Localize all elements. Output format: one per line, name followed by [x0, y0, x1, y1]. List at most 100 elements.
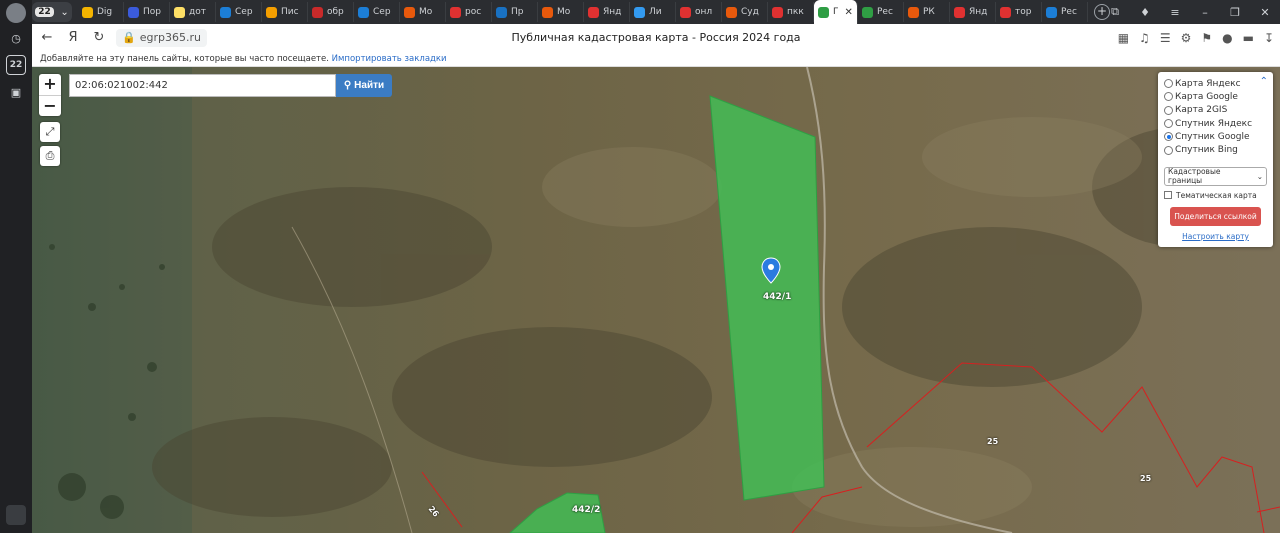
- tab-counter-button[interactable]: 22 ⌄: [32, 2, 72, 22]
- restore-icon[interactable]: ❐: [1220, 6, 1250, 19]
- layer-option[interactable]: Спутник Bing: [1164, 143, 1267, 156]
- layer-option-label: Карта Яндекс: [1175, 78, 1241, 89]
- tab-count-badge[interactable]: 22: [6, 55, 26, 75]
- browser-tab[interactable]: Сер: [216, 2, 262, 22]
- tab-strip: Dig Пор дот Сер Пис обр Сер Мо рос Пр Мо Янд Ли онл Су…: [78, 0, 1088, 24]
- browser-tab[interactable]: Пис: [262, 2, 308, 22]
- browser-tab[interactable]: Dig: [78, 2, 124, 22]
- overlay-select-value: Кадастровые границы: [1168, 167, 1221, 186]
- browser-tab[interactable]: пкк: [768, 2, 814, 22]
- layer-option-label: Карта Google: [1175, 91, 1238, 102]
- reading-list-icon[interactable]: ☰: [1160, 31, 1171, 45]
- history-clock-icon[interactable]: ◷: [6, 28, 26, 48]
- chevron-down-icon: ⌄: [1256, 171, 1263, 181]
- chevron-down-icon: ⌄: [60, 6, 69, 18]
- browser-tab[interactable]: тор: [996, 2, 1042, 22]
- browser-tab[interactable]: Янд: [584, 2, 630, 22]
- browser-tab[interactable]: Сер: [354, 2, 400, 22]
- browser-tab[interactable]: Янд: [950, 2, 996, 22]
- browser-tab[interactable]: Рес: [1042, 2, 1088, 22]
- browser-tab[interactable]: Г ✕: [814, 0, 858, 24]
- share-link-button[interactable]: Поделиться ссылкой: [1170, 206, 1261, 226]
- thematic-map-toggle[interactable]: Тематическая карта: [1164, 191, 1267, 200]
- thematic-checkbox[interactable]: [1164, 191, 1172, 200]
- layer-radio[interactable]: [1164, 119, 1173, 129]
- layer-radio[interactable]: [1164, 79, 1173, 89]
- tab-label: Янд: [969, 7, 988, 17]
- layer-option[interactable]: Карта Яндекс: [1164, 77, 1267, 90]
- cadastral-search-input[interactable]: [69, 74, 336, 97]
- browser-tab[interactable]: обр: [308, 2, 354, 22]
- satellite-imagery: [32, 67, 1280, 533]
- browser-tab[interactable]: РК: [904, 2, 950, 22]
- map-layers-panel: ⌃ Карта Яндекс Карта Google Карта 2GIS Спут…: [1158, 72, 1273, 247]
- tab-label: Сер: [235, 7, 253, 17]
- headphones-icon[interactable]: ♫: [1139, 31, 1150, 45]
- back-arrow-icon[interactable]: ←: [36, 27, 58, 49]
- tab-label: онл: [695, 7, 713, 17]
- configure-map-link[interactable]: Настроить карту: [1164, 232, 1267, 241]
- browser-tab[interactable]: Мо: [400, 2, 446, 22]
- collections-icon[interactable]: ⧉: [1100, 5, 1130, 19]
- parcel-label: 442/2: [572, 505, 601, 515]
- profile-avatar[interactable]: [6, 3, 26, 23]
- extension-icon[interactable]: ⚙: [1181, 31, 1192, 45]
- tab-favicon-icon: [404, 6, 415, 18]
- browser-tab[interactable]: Пор: [124, 2, 170, 22]
- notifications-bell-icon[interactable]: ♦: [1130, 6, 1160, 19]
- menu-icon[interactable]: ≡: [1160, 6, 1190, 19]
- zoom-out-button[interactable]: −: [39, 95, 61, 116]
- layer-option[interactable]: Карта Google: [1164, 90, 1267, 103]
- layer-option[interactable]: Спутник Яндекс: [1164, 117, 1267, 130]
- yandex-icon[interactable]: Я: [62, 27, 84, 49]
- layer-option-label: Спутник Bing: [1175, 145, 1238, 156]
- gallery-icon[interactable]: ▣: [6, 82, 26, 102]
- browser-tab[interactable]: Ли: [630, 2, 676, 22]
- zoom-in-button[interactable]: +: [39, 74, 61, 95]
- tab-label: Сер: [373, 7, 391, 17]
- reload-icon[interactable]: ↻: [88, 27, 110, 49]
- browser-tab[interactable]: онл: [676, 2, 722, 22]
- address-bar[interactable]: 🔒 egrp365.ru: [116, 28, 207, 47]
- browser-tab[interactable]: Мо: [538, 2, 584, 22]
- layer-radio[interactable]: [1164, 145, 1173, 155]
- browser-tab[interactable]: рос: [446, 2, 492, 22]
- close-icon[interactable]: ✕: [1250, 6, 1280, 19]
- download-icon[interactable]: ↧: [1264, 31, 1274, 45]
- layer-radio[interactable]: [1164, 92, 1173, 102]
- print-icon[interactable]: ⎙: [40, 146, 60, 166]
- tab-counter-number: 22: [35, 7, 54, 17]
- tab-favicon-icon: [82, 6, 93, 18]
- close-tab-icon[interactable]: ✕: [845, 7, 853, 18]
- layer-option[interactable]: Спутник Google: [1164, 130, 1267, 143]
- tab-favicon-icon: [954, 6, 965, 18]
- bookmark-icon[interactable]: ⚑: [1201, 31, 1212, 45]
- boundary-label: 25: [1140, 474, 1152, 483]
- minimize-icon[interactable]: –: [1190, 6, 1220, 19]
- app-shortcut-icon[interactable]: [6, 505, 26, 525]
- layer-radio[interactable]: [1164, 132, 1173, 142]
- url-text: egrp365.ru: [139, 31, 201, 44]
- tab-label: рос: [465, 7, 482, 17]
- avatar-icon[interactable]: ●: [1222, 31, 1232, 45]
- parcel-label: 442/1: [763, 292, 792, 302]
- fullscreen-icon[interactable]: ⤢: [40, 122, 60, 142]
- search-button[interactable]: ⚲ Найти: [336, 74, 392, 97]
- overlay-select[interactable]: Кадастровые границы ⌄: [1164, 166, 1267, 186]
- tab-favicon-icon: [266, 6, 277, 18]
- browser-tab[interactable]: Суд: [722, 2, 768, 22]
- tab-label: Мо: [557, 7, 571, 17]
- chevron-up-icon[interactable]: ⌃: [1260, 76, 1268, 87]
- layer-option[interactable]: Карта 2GIS: [1164, 104, 1267, 117]
- downloads-tray-icon[interactable]: ▬: [1243, 31, 1254, 45]
- layer-radio[interactable]: [1164, 105, 1173, 115]
- satellite-map[interactable]: 442/1 442/2 25 25 26 + − ⤢ ⎙ ⚲ Найти ⌃ К…: [32, 67, 1280, 533]
- grid-icon[interactable]: ▦: [1118, 31, 1129, 45]
- tab-favicon-icon: [496, 6, 507, 18]
- tab-favicon-icon: [312, 6, 323, 18]
- browser-tab[interactable]: дот: [170, 2, 216, 22]
- import-bookmarks-link[interactable]: Импортировать закладки: [332, 54, 447, 64]
- browser-tab[interactable]: Пр: [492, 2, 538, 22]
- browser-tab[interactable]: Рес: [858, 2, 904, 22]
- boundary-label: 25: [987, 437, 999, 446]
